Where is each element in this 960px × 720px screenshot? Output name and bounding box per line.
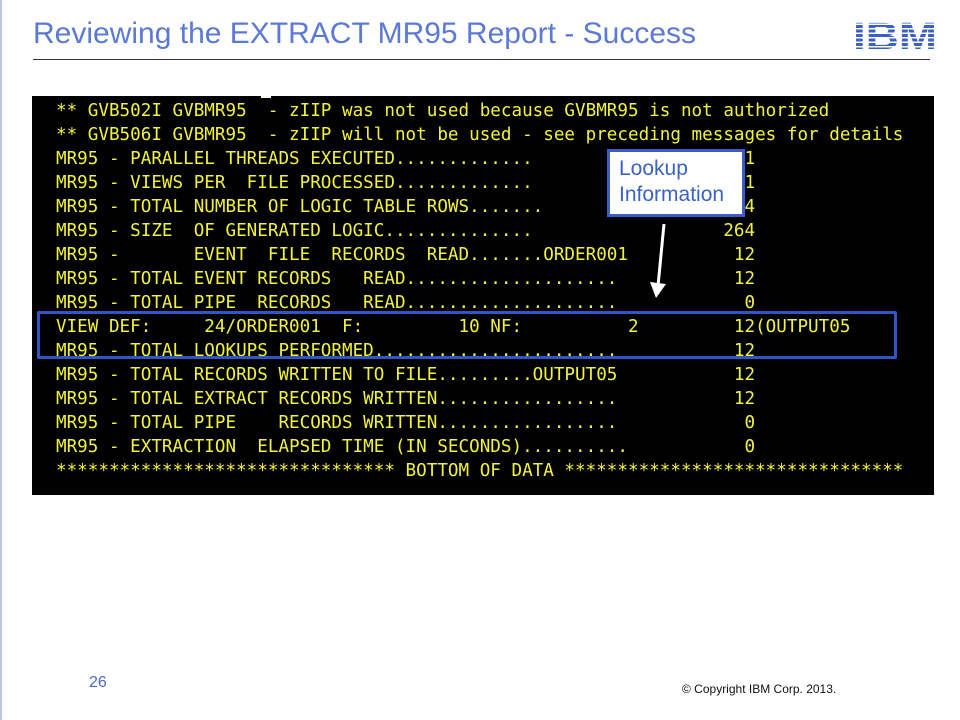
terminal-cursor — [261, 96, 271, 98]
terminal-screen: ** GVB502I GVBMR95 - zIIP was not used b… — [32, 96, 934, 495]
callout-line-2: Information — [619, 183, 725, 206]
copyright-notice: © Copyright IBM Corp. 2013. — [682, 682, 837, 696]
slide-left-border — [0, 0, 2, 720]
report-line: MR95 - TOTAL RECORDS WRITTEN TO FILE....… — [56, 365, 756, 385]
ibm-logo: IBM — [853, 16, 937, 52]
report-line: MR95 - VIEWS PER FILE PROCESSED.........… — [56, 173, 756, 193]
report-line: MR95 - EVENT FILE RECORDS READ.......ORD… — [56, 245, 756, 265]
report-line: MR95 - TOTAL NUMBER OF LOGIC TABLE ROWS.… — [56, 197, 756, 217]
lookup-information-callout: Lookup Information — [607, 149, 745, 217]
callout-arrow-icon — [650, 223, 666, 298]
report-output: ** GVB502I GVBMR95 - zIIP was not used b… — [56, 99, 903, 483]
lookup-highlight-box — [37, 311, 897, 359]
report-line: MR95 - SIZE OF GENERATED LOGIC..........… — [56, 221, 756, 241]
title-divider — [33, 59, 930, 60]
report-line: MR95 - EXTRACTION ELAPSED TIME (IN SECON… — [56, 437, 756, 457]
report-line: MR95 - PARALLEL THREADS EXECUTED........… — [56, 149, 756, 169]
report-line: MR95 - TOTAL EXTRACT RECORDS WRITTEN....… — [56, 389, 756, 409]
report-line-bottom-of-data: ******************************** BOTTOM … — [56, 461, 904, 481]
slide-title: Reviewing the EXTRACT MR95 Report - Succ… — [33, 17, 697, 50]
report-line: ** GVB502I GVBMR95 - zIIP was not used b… — [56, 101, 830, 121]
callout-line-1: Lookup — [619, 157, 688, 180]
report-line: ** GVB506I GVBMR95 - zIIP will not be us… — [56, 125, 904, 145]
report-line: MR95 - TOTAL EVENT RECORDS READ.........… — [56, 269, 756, 289]
report-line: MR95 - TOTAL PIPE RECORDS WRITTEN.......… — [56, 413, 756, 433]
page-number: 26 — [89, 674, 107, 691]
ibm-logo-text: IBM — [853, 16, 937, 52]
